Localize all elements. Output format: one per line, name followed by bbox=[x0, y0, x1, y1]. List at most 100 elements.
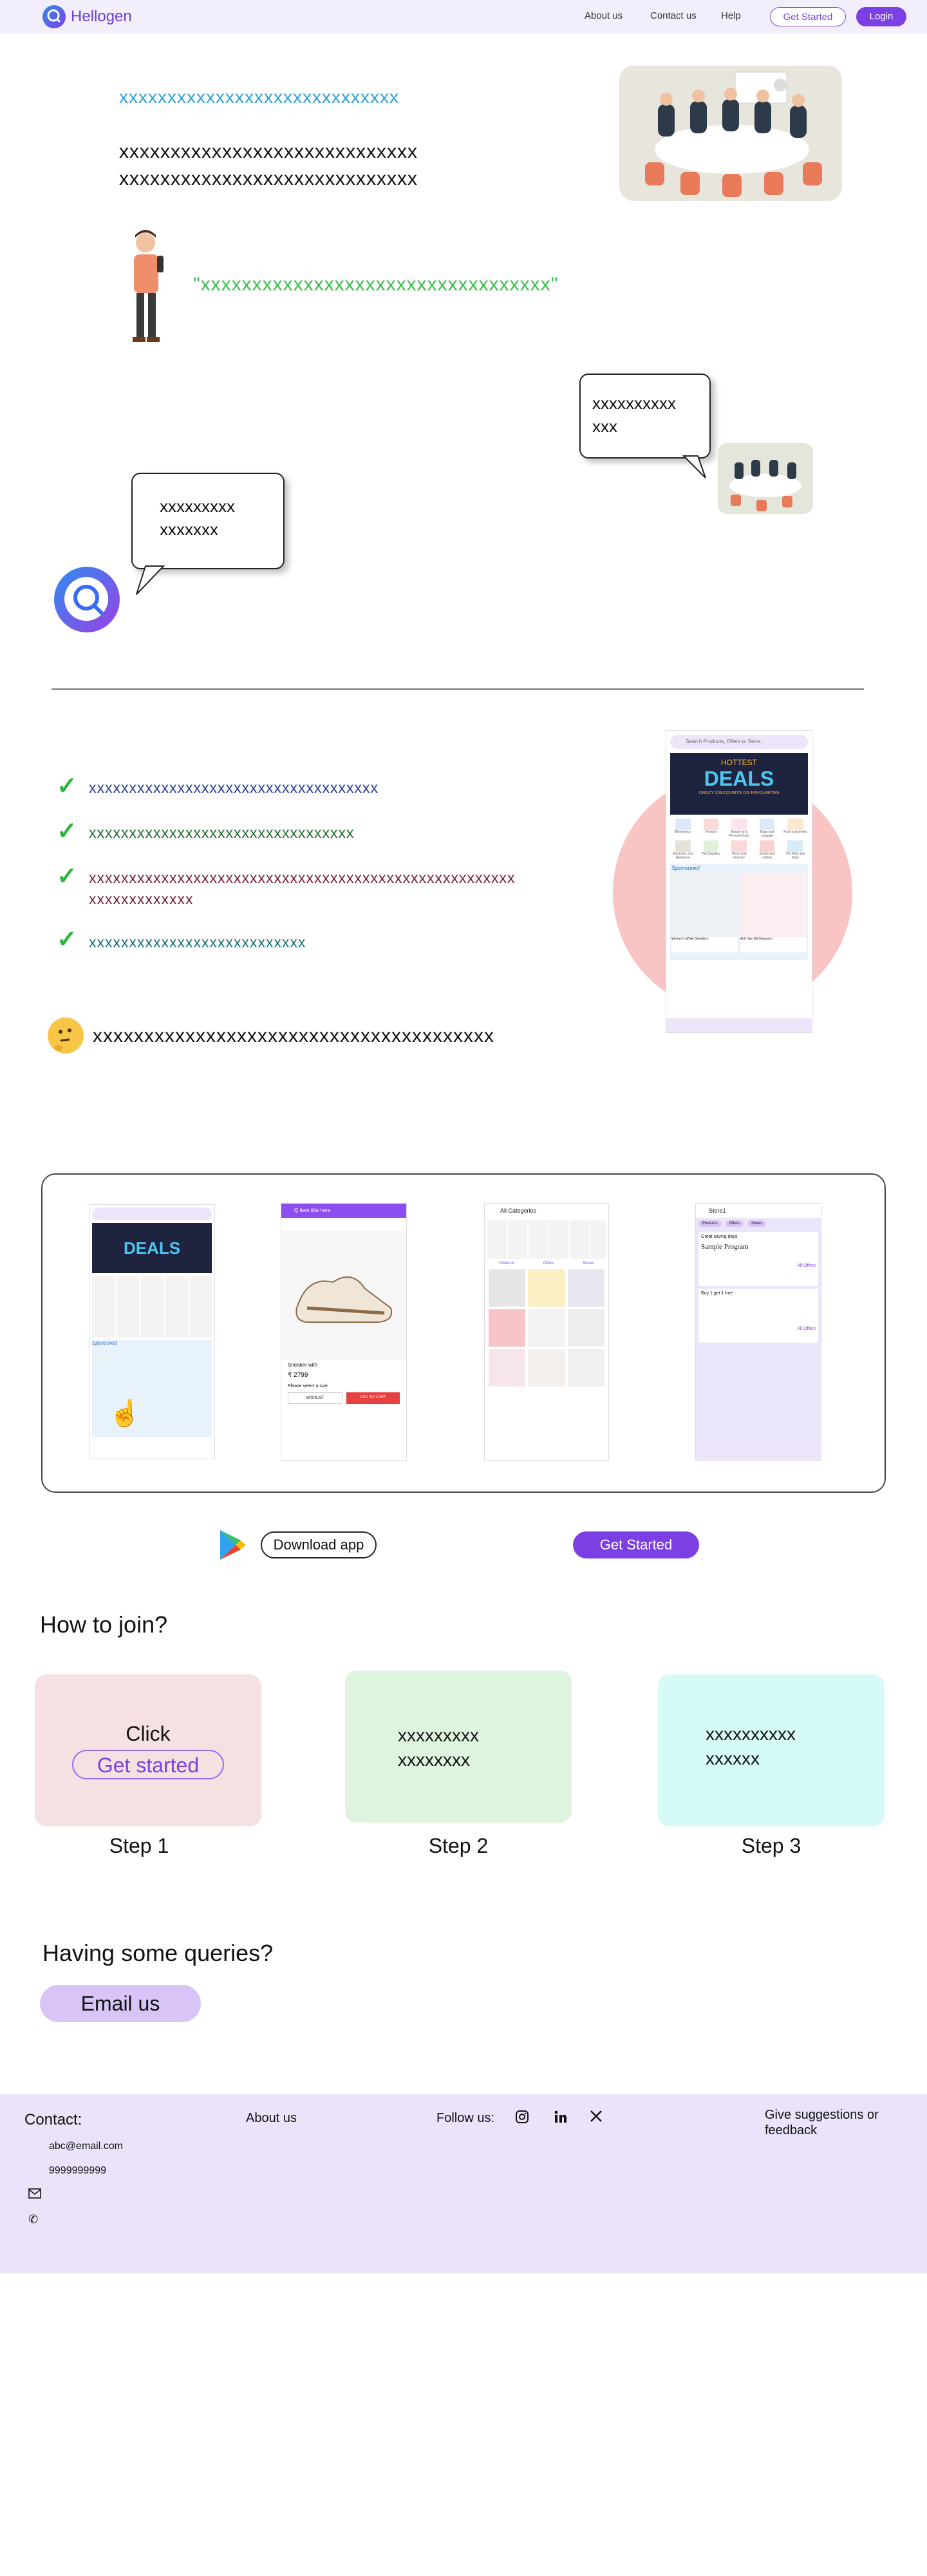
category-grid bbox=[487, 1220, 606, 1259]
hero-heading-line-2: xxxxxxxxxxxxxxxxxxxxxxxxxxxxx bbox=[119, 168, 418, 189]
footer-phone[interactable]: 9999999999 bbox=[49, 2165, 106, 2177]
logo-icon[interactable] bbox=[42, 5, 66, 28]
speech-bubble-left-line-2: xxxxxxx bbox=[160, 520, 218, 539]
deals-banner-title: DEALS bbox=[704, 767, 774, 790]
tab-products[interactable]: Products bbox=[698, 1220, 722, 1227]
phone-bottom-nav bbox=[666, 1018, 812, 1032]
app-screenshot-categories: All Categories Products Offers Stores bbox=[484, 1203, 609, 1461]
category-item[interactable]: Electronics bbox=[670, 819, 696, 838]
tab-stores[interactable]: Stores bbox=[747, 1220, 767, 1227]
email-us-button[interactable]: Email us bbox=[40, 1985, 201, 2022]
category-item[interactable]: Home and Grocery bbox=[726, 840, 752, 860]
sneaker-image bbox=[281, 1231, 406, 1359]
tab-offers[interactable]: Offers bbox=[725, 1220, 744, 1227]
speech-bubble-left-tail bbox=[136, 565, 165, 595]
speech-bubble-right: xxxxxxxxxx xxx bbox=[579, 374, 711, 459]
tab-offers[interactable]: Offers bbox=[543, 1262, 554, 1265]
category-grid: Electronics Vehicles Beauty and Personal… bbox=[670, 819, 808, 860]
program-name: Sample Program bbox=[701, 1243, 749, 1251]
footer-email[interactable]: abc@email.com bbox=[49, 2141, 123, 2152]
category-item[interactable]: Pet Supplies bbox=[698, 840, 724, 860]
all-offers-link[interactable]: All Offers bbox=[701, 1327, 816, 1331]
logo-text[interactable]: Hellogen bbox=[71, 8, 132, 26]
category-item[interactable]: Beauty and Personal Care bbox=[726, 819, 752, 838]
phone-search-bar: Search Products, Offers or Store... bbox=[670, 735, 808, 749]
speech-bubble-right-line-1: xxxxxxxxxx bbox=[592, 393, 676, 413]
queries-title: Having some queries? bbox=[42, 1940, 274, 1966]
speech-bubble-left-line-1: xxxxxxxxx bbox=[160, 497, 235, 516]
section-divider bbox=[52, 688, 864, 690]
phone-icon: ✆ bbox=[28, 2213, 39, 2226]
footer-about-link[interactable]: About us bbox=[246, 2111, 297, 2126]
speech-bubble-right-line-2: xxx bbox=[592, 417, 617, 436]
step-2-text-line-2: xxxxxxxx bbox=[398, 1750, 470, 1770]
header-get-started-button[interactable]: Get Started bbox=[770, 7, 846, 26]
category-item[interactable]: The Kids and Baby bbox=[782, 840, 808, 860]
linkedin-icon[interactable] bbox=[554, 2110, 568, 2127]
footer-contact-title: Contact: bbox=[24, 2111, 82, 2128]
product-card[interactable]: Anti Hair fall Shampoo bbox=[740, 873, 807, 952]
step-3-card: xxxxxxxxxx xxxxxx bbox=[658, 1674, 885, 1826]
google-play-icon[interactable] bbox=[218, 1529, 248, 1561]
step-2-text-line-1: xxxxxxxxx bbox=[398, 1725, 479, 1745]
feature-item-4: xxxxxxxxxxxxxxxxxxxxxxxxxxx bbox=[89, 934, 306, 951]
feature-item-1: xxxxxxxxxxxxxxxxxxxxxxxxxxxxxxxxxxxx bbox=[89, 779, 379, 796]
nav-about-us[interactable]: About us bbox=[585, 10, 623, 21]
add-to-cart-button[interactable]: ADD TO CART bbox=[346, 1392, 400, 1404]
deals-banner-subtitle: CRAZY DISCOUNTS ON FAVOURITES bbox=[698, 791, 780, 795]
category-item[interactable]: Vehicles bbox=[698, 819, 724, 838]
step-3-label: Step 3 bbox=[741, 1834, 801, 1857]
app-screenshot-product: Q item title here Sneaker with ₹ 2799 Pl… bbox=[281, 1203, 407, 1461]
tab-products[interactable]: Products bbox=[499, 1262, 514, 1265]
nav-help[interactable]: Help bbox=[721, 10, 741, 21]
login-button[interactable]: Login bbox=[856, 7, 906, 26]
category-item[interactable]: Food and drinks bbox=[782, 819, 808, 838]
step-1-label: Step 1 bbox=[109, 1834, 169, 1857]
sponsored-label: Sponsored bbox=[92, 1340, 117, 1346]
step-2-text: xxxxxxxxx xxxxxxxx bbox=[345, 1671, 572, 1772]
speech-bubble-right-tail bbox=[682, 455, 706, 478]
check-icon: ✓ bbox=[57, 773, 77, 800]
product-name: Sneaker with bbox=[288, 1362, 318, 1368]
store-tabs: Products Offers Stores bbox=[696, 1218, 821, 1229]
feature-item-3-line-1: xxxxxxxxxxxxxxxxxxxxxxxxxxxxxxxxxxxxxxxx… bbox=[89, 869, 516, 886]
offer-title: Buy 1 get 1 free bbox=[701, 1291, 733, 1296]
get-started-button[interactable]: Get Started bbox=[573, 1531, 699, 1558]
deals-banner: DEALS bbox=[92, 1223, 212, 1273]
check-icon: ✓ bbox=[57, 863, 77, 890]
product-header: Q item title here bbox=[281, 1204, 406, 1218]
product-card[interactable]: Women's White Sneakers bbox=[671, 873, 738, 952]
sponsored-section: Sponsored Women's White Sneakers Anti Ha… bbox=[670, 864, 808, 960]
category-item[interactable]: Electronic and Appliance bbox=[670, 840, 696, 860]
step-1-card: Click Get started bbox=[35, 1674, 261, 1826]
app-logo-icon bbox=[54, 567, 120, 632]
tab-stores[interactable]: Stores bbox=[583, 1262, 594, 1265]
meeting-illustration bbox=[619, 66, 842, 201]
category-item[interactable]: Sports and outdoor bbox=[754, 840, 780, 860]
x-twitter-icon[interactable] bbox=[590, 2110, 603, 2126]
footer-feedback-link[interactable]: Give suggestions or feedback bbox=[765, 2107, 879, 2138]
step-3-text-line-1: xxxxxxxxxx bbox=[706, 1724, 796, 1744]
instagram-icon[interactable] bbox=[515, 2110, 529, 2127]
all-offers-link[interactable]: All Offers bbox=[701, 1264, 816, 1268]
store-title: Store1 bbox=[696, 1204, 821, 1218]
product-grid bbox=[489, 1269, 604, 1387]
category-grid bbox=[92, 1276, 212, 1338]
product-price: ₹ 2799 bbox=[288, 1372, 308, 1379]
category-item[interactable]: Bags and Luggage bbox=[754, 819, 780, 838]
deals-banner-kicker: HOTTEST bbox=[721, 758, 757, 767]
offer-card[interactable]: Buy 1 get 1 free All Offers bbox=[698, 1289, 818, 1343]
download-app-button[interactable]: Download app bbox=[261, 1531, 377, 1558]
categories-title: All Categories bbox=[500, 1208, 537, 1214]
app-home-screenshot: Search Products, Offers or Store... HOTT… bbox=[666, 730, 812, 1033]
hero-tagline: xxxxxxxxxxxxxxxxxxxxxxxxxxxxx bbox=[119, 87, 399, 107]
size-prompt: Please select a size bbox=[288, 1384, 328, 1388]
step-1-click-text: Click bbox=[126, 1722, 171, 1745]
wishlist-button[interactable]: WISHLIST bbox=[288, 1392, 342, 1404]
phone-bottom-nav bbox=[696, 1446, 821, 1460]
hero-heading-line-1: xxxxxxxxxxxxxxxxxxxxxxxxxxxxx bbox=[119, 141, 418, 162]
offer-card[interactable]: Great saving days Sample Program All Off… bbox=[698, 1232, 818, 1286]
nav-contact-us[interactable]: Contact us bbox=[650, 10, 697, 21]
footer-feedback-line-2: feedback bbox=[765, 2123, 818, 2137]
step-1-get-started-button[interactable]: Get started bbox=[72, 1750, 224, 1779]
